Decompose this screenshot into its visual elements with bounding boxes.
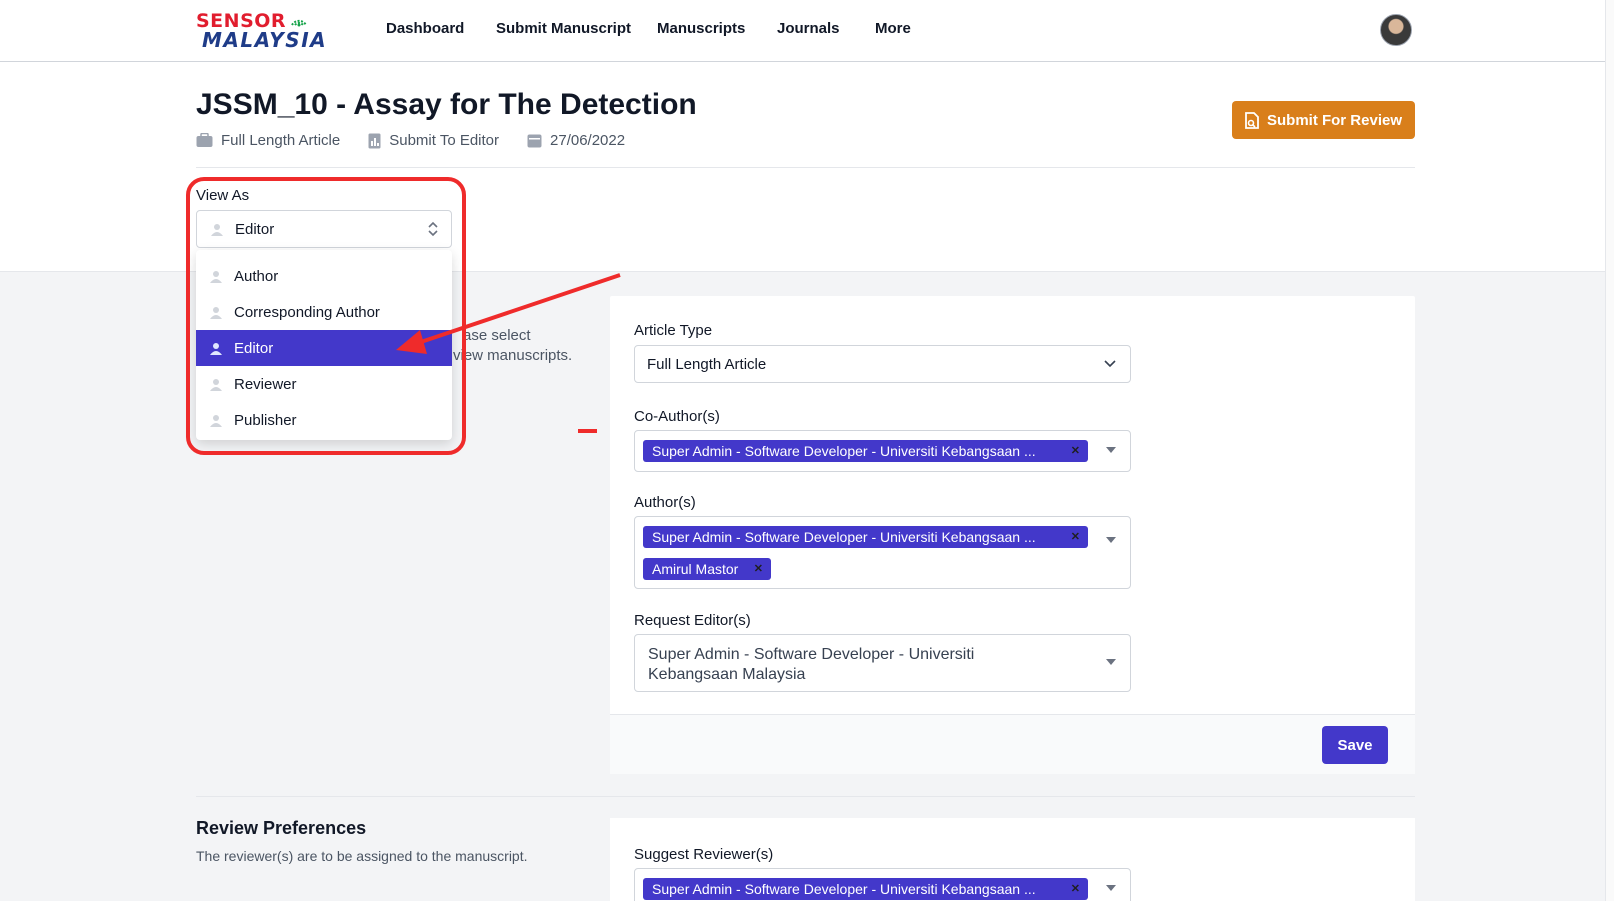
caret-down-icon (1106, 447, 1116, 453)
role-option-label: Editor (234, 339, 274, 357)
coauthors-multiselect[interactable]: Super Admin - Software Developer - Unive… (634, 430, 1131, 472)
signal-icon (291, 19, 307, 27)
header-divider (196, 167, 1415, 168)
meta-date-text: 27/06/2022 (550, 132, 626, 149)
meta-article-type: Full Length Article (196, 132, 340, 149)
chevron-up-down-icon (428, 221, 438, 237)
calendar-icon (527, 134, 542, 148)
review-preferences-card: Suggest Reviewer(s) Super Admin - Softwa… (610, 818, 1415, 901)
view-as-selected-value: Editor (235, 220, 275, 238)
authors-multiselect[interactable]: Super Admin - Software Developer - Unive… (634, 516, 1131, 589)
user-icon (210, 270, 222, 283)
request-editor-value: Super Admin - Software Developer - Unive… (648, 646, 975, 683)
meta-status: Submit To Editor (368, 132, 499, 149)
page-title: JSSM_10 - Assay for The Detection (196, 88, 697, 121)
chevron-down-icon (1104, 360, 1116, 368)
caret-down-icon (1106, 659, 1116, 665)
meta-status-text: Submit To Editor (389, 132, 500, 149)
document-icon (368, 133, 381, 148)
view-as-label: View As (196, 187, 250, 204)
view-as-select[interactable]: Editor (196, 210, 452, 248)
role-option-corresponding-author[interactable]: Corresponding Author (196, 294, 452, 330)
user-icon (210, 342, 222, 355)
annotation-dash-mark (578, 429, 597, 433)
article-type-value: Full Length Article (647, 356, 767, 373)
meta-date: 27/06/2022 (527, 132, 625, 149)
caret-down-icon (1106, 885, 1116, 891)
top-navbar: SENSOR MALAYSIA Dashboard Submit Manuscr… (0, 0, 1614, 62)
remove-tag-icon[interactable]: ✕ (754, 562, 763, 575)
page-scrollbar[interactable] (1605, 0, 1614, 901)
form-footer (610, 714, 1415, 774)
document-arrow-icon (1245, 111, 1259, 129)
review-preferences-description: The reviewer(s) are to be assigned to th… (196, 848, 528, 864)
suggest-reviewers-multiselect[interactable]: Super Admin - Software Developer - Unive… (634, 868, 1131, 901)
author-tag: Super Admin - Software Developer - Unive… (643, 526, 1088, 548)
role-option-publisher[interactable]: Publisher (196, 402, 452, 438)
request-editor-label: Request Editor(s) (634, 612, 751, 629)
logo-line2: MALAYSIA (202, 28, 328, 52)
view-as-dropdown: Author Corresponding Author Editor Revie… (196, 250, 452, 440)
user-icon (210, 414, 222, 427)
remove-tag-icon[interactable]: ✕ (1071, 882, 1080, 895)
user-icon (211, 223, 223, 236)
authors-label: Author(s) (634, 494, 696, 511)
nav-journals[interactable]: Journals (777, 20, 875, 37)
submit-for-review-label: Submit For Review (1266, 111, 1403, 129)
author-tag-label: Amirul Mastor (652, 561, 739, 577)
meta-article-type-text: Full Length Article (221, 132, 341, 149)
role-option-editor[interactable]: Editor (196, 330, 452, 366)
review-preferences-title: Review Preferences (196, 818, 367, 838)
request-editor-select[interactable]: Super Admin - Software Developer - Unive… (634, 634, 1131, 692)
nav-dashboard[interactable]: Dashboard (386, 20, 496, 37)
manuscript-header: JSSM_10 - Assay for The Detection Full L… (0, 62, 1614, 272)
role-option-author[interactable]: Author (196, 258, 452, 294)
remove-tag-icon[interactable]: ✕ (1071, 444, 1080, 457)
role-option-label: Publisher (234, 411, 297, 429)
role-option-label: Corresponding Author (234, 303, 380, 321)
suggest-reviewers-label: Suggest Reviewer(s) (634, 846, 774, 863)
manuscript-form-card: Article Type Full Length Article Co-Auth… (610, 296, 1415, 774)
submit-for-review-button[interactable]: Submit For Review (1232, 101, 1415, 139)
nav-manuscripts[interactable]: Manuscripts (657, 20, 777, 37)
user-avatar[interactable] (1380, 14, 1412, 46)
manuscript-meta: Full Length Article Submit To Editor 27/… (196, 132, 653, 149)
briefcase-icon (196, 133, 213, 147)
author-tag: Amirul Mastor ✕ (643, 558, 771, 580)
nav-more[interactable]: More (875, 20, 935, 37)
remove-tag-icon[interactable]: ✕ (1071, 530, 1080, 543)
role-option-label: Author (234, 267, 279, 285)
role-option-reviewer[interactable]: Reviewer (196, 366, 452, 402)
save-button[interactable]: Save (1322, 726, 1388, 764)
article-type-label: Article Type (634, 322, 713, 339)
user-icon (210, 378, 222, 391)
author-tag-label: Super Admin - Software Developer - Unive… (652, 529, 1036, 545)
coauthor-tag-label: Super Admin - Software Developer - Unive… (652, 443, 1036, 459)
coauthor-tag: Super Admin - Software Developer - Unive… (643, 440, 1088, 462)
reviewer-tag: Super Admin - Software Developer - Unive… (643, 878, 1088, 900)
reviewer-tag-label: Super Admin - Software Developer - Unive… (652, 881, 1036, 897)
sensor-malaysia-logo[interactable]: SENSOR MALAYSIA (196, 10, 326, 52)
role-option-label: Reviewer (234, 375, 297, 393)
section-divider (196, 796, 1415, 797)
user-icon (210, 306, 222, 319)
caret-down-icon (1106, 537, 1116, 543)
coauthors-label: Co-Author(s) (634, 408, 720, 425)
main-nav: Dashboard Submit Manuscript Manuscripts … (386, 20, 935, 37)
nav-submit-manuscript[interactable]: Submit Manuscript (496, 20, 657, 37)
article-type-select[interactable]: Full Length Article (634, 345, 1131, 383)
